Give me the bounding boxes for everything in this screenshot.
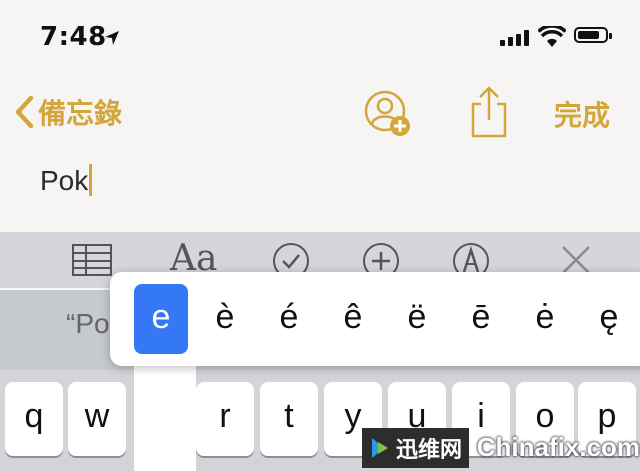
note-text-area[interactable]: Pok	[40, 164, 93, 197]
table-icon[interactable]	[72, 244, 112, 276]
accent-option[interactable]: ē	[454, 284, 508, 354]
share-icon[interactable]	[469, 86, 509, 138]
key-q[interactable]: q	[5, 382, 63, 456]
battery-icon	[574, 27, 612, 43]
status-bar: 7:48	[0, 0, 640, 78]
done-button[interactable]: 完成	[554, 94, 610, 134]
add-person-icon[interactable]	[364, 90, 412, 138]
back-label: 備忘錄	[38, 97, 123, 130]
location-arrow-icon	[105, 31, 119, 45]
watermark-en: Chinafix.com	[476, 432, 640, 462]
accent-option[interactable]: é	[262, 284, 316, 354]
accent-option[interactable]: ę	[582, 284, 636, 354]
status-time: 7:48	[40, 22, 107, 52]
watermark: 迅维网 Chinafix.com	[362, 424, 640, 471]
accent-option[interactable]: ė	[518, 284, 572, 354]
note-text: Pok	[40, 165, 89, 196]
accent-option[interactable]: e	[134, 284, 188, 354]
cellular-signal-icon	[500, 30, 529, 46]
watermark-logo: 迅维网	[362, 427, 469, 468]
key-r[interactable]: r	[196, 382, 254, 456]
battery-level	[578, 31, 599, 39]
key-t[interactable]: t	[260, 382, 318, 456]
accent-option[interactable]: ê	[326, 284, 380, 354]
text-cursor	[89, 164, 93, 196]
accent-option[interactable]: ë	[390, 284, 444, 354]
suggestion-text[interactable]: “Po	[66, 308, 110, 340]
key-w[interactable]: w	[68, 382, 126, 456]
chevron-right-icon	[372, 437, 388, 458]
wifi-icon	[538, 26, 566, 47]
chevron-left-icon	[15, 95, 34, 129]
accent-option[interactable]: è	[198, 284, 252, 354]
watermark-cn: 迅维网	[396, 437, 463, 463]
accent-popup-stem	[134, 350, 196, 471]
back-button[interactable]: 備忘錄	[14, 94, 122, 130]
accent-popup: e è é ê ë ē ė ę	[110, 272, 640, 366]
nav-bar: 備忘錄 完成	[0, 80, 640, 144]
